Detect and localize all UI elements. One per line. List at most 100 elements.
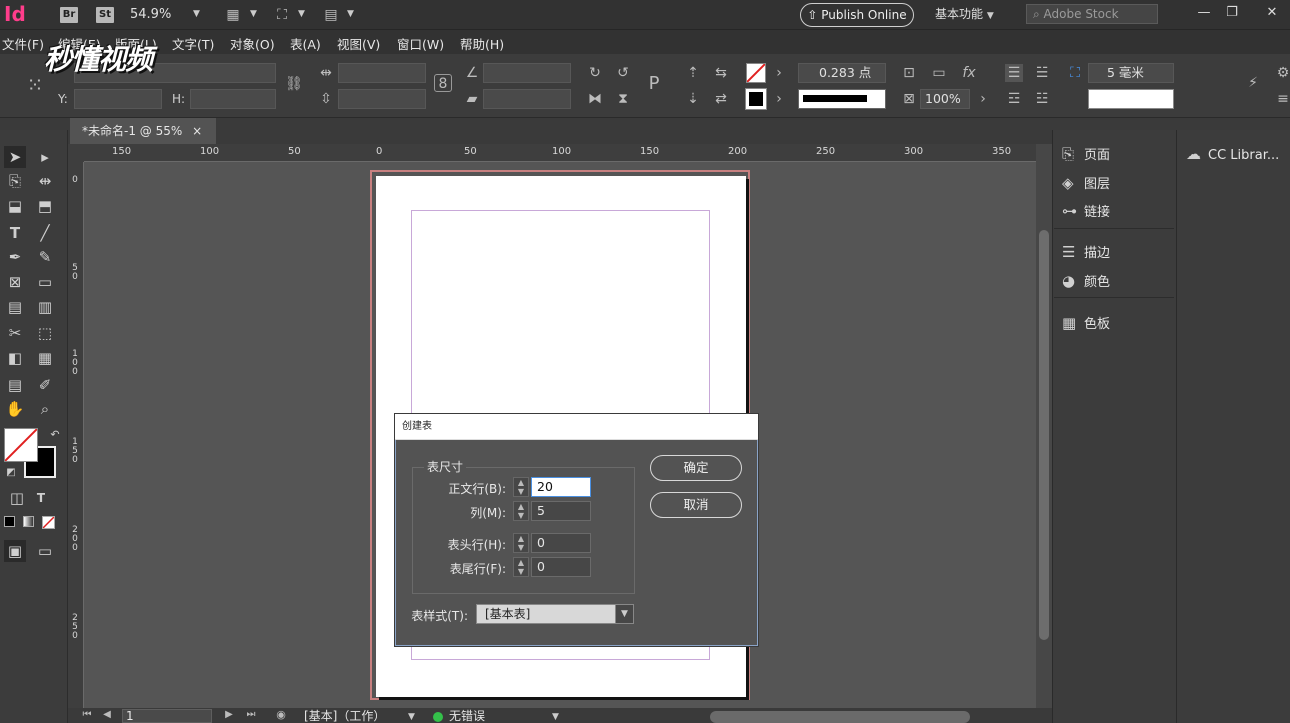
minimize-button[interactable]: — bbox=[1190, 0, 1218, 28]
content-placer-icon[interactable]: ⬒ bbox=[34, 195, 56, 217]
gear-icon[interactable]: ⚙ bbox=[1274, 64, 1290, 82]
chevron-down-icon[interactable]: ▼ bbox=[298, 9, 305, 19]
scissors-tool-icon[interactable]: ✂ bbox=[4, 322, 26, 344]
paragraph-icon[interactable]: P bbox=[645, 75, 663, 93]
menu-help[interactable]: 帮助(H) bbox=[460, 34, 504, 53]
page-number-field[interactable]: 1 bbox=[122, 709, 212, 723]
chevron-down-icon[interactable]: ▼ bbox=[552, 712, 559, 722]
bridge-button[interactable]: Br bbox=[60, 7, 78, 23]
align-middle-icon[interactable]: ☲ bbox=[1005, 90, 1023, 108]
constrain-link-icon[interactable]: ⛓ bbox=[285, 75, 303, 93]
screen-mode-icon[interactable]: ⛶ bbox=[273, 6, 291, 24]
note-tool-icon[interactable]: ▤ bbox=[4, 374, 26, 396]
formatting-container-icon[interactable]: ◫ bbox=[6, 487, 28, 509]
type-tool-icon[interactable]: T bbox=[4, 222, 26, 244]
select-next-icon[interactable]: ⇄ bbox=[712, 90, 730, 108]
eyedropper-tool-icon[interactable]: ✐ bbox=[34, 374, 56, 396]
align-bottom-icon[interactable]: ☳ bbox=[1033, 90, 1051, 108]
restore-button[interactable]: ❐ bbox=[1218, 0, 1246, 28]
chevron-right-icon[interactable]: › bbox=[974, 90, 992, 108]
constrain-scale-icon[interactable]: 8 bbox=[434, 74, 452, 92]
drop-shadow-icon[interactable]: ▭ bbox=[930, 64, 948, 82]
flip-horizontal-icon[interactable]: ⧓ bbox=[586, 90, 604, 108]
adobe-stock-search[interactable]: ⌕ Adobe Stock bbox=[1026, 4, 1158, 24]
gradient-swatch-tool-icon[interactable]: ◧ bbox=[4, 347, 26, 369]
view-options-icon[interactable]: ▦ bbox=[224, 6, 242, 24]
fill-color-box[interactable] bbox=[4, 428, 38, 462]
prev-page-icon[interactable]: ◀ bbox=[98, 708, 116, 722]
apply-color-icon[interactable] bbox=[4, 516, 15, 527]
horizontal-grid-tool-icon[interactable]: ▤ bbox=[4, 296, 26, 318]
footer-rows-input[interactable]: 0 bbox=[531, 557, 591, 577]
menu-type[interactable]: 文字(T) bbox=[172, 34, 214, 53]
free-transform-tool-icon[interactable]: ⬚ bbox=[34, 322, 56, 344]
apply-gradient-icon[interactable] bbox=[23, 516, 34, 527]
rotation-field[interactable] bbox=[483, 63, 571, 83]
panel-links[interactable]: ⊶ 链接 bbox=[1062, 199, 1110, 223]
next-page-icon[interactable]: ▶ bbox=[220, 708, 238, 722]
panel-color[interactable]: ◕ 颜色 bbox=[1062, 269, 1110, 293]
page-tool-icon[interactable]: ⎘ bbox=[4, 170, 26, 192]
vertical-ruler[interactable]: 0 5 0 1 0 0 1 5 0 2 0 0 2 5 0 bbox=[68, 162, 84, 708]
vertical-scroll-thumb[interactable] bbox=[1039, 230, 1049, 640]
effects-icon[interactable]: fx bbox=[960, 64, 978, 82]
apply-none-icon[interactable] bbox=[42, 516, 55, 529]
select-content-icon[interactable]: ⇣ bbox=[684, 90, 702, 108]
pencil-tool-icon[interactable]: ✎ bbox=[34, 246, 56, 268]
fill-swatch[interactable] bbox=[746, 63, 766, 83]
menu-object[interactable]: 对象(O) bbox=[230, 34, 275, 53]
pen-tool-icon[interactable]: ✒ bbox=[4, 246, 26, 268]
chevron-right-icon[interactable]: › bbox=[770, 90, 788, 108]
chevron-down-icon[interactable]: ▼ bbox=[250, 9, 257, 19]
scale-x-field[interactable] bbox=[338, 63, 426, 83]
chevron-down-icon[interactable]: ▼ bbox=[408, 712, 415, 722]
horizontal-scroll-thumb[interactable] bbox=[710, 711, 970, 723]
h-field[interactable] bbox=[190, 89, 276, 109]
rectangle-tool-icon[interactable]: ▭ bbox=[34, 271, 56, 293]
menu-window[interactable]: 窗口(W) bbox=[397, 34, 444, 53]
align-center-icon[interactable]: ☱ bbox=[1033, 64, 1051, 82]
chevron-down-icon[interactable]: ▼ bbox=[347, 9, 354, 19]
select-container-icon[interactable]: ⇡ bbox=[684, 64, 702, 82]
direct-selection-tool-icon[interactable]: ▸ bbox=[34, 146, 56, 168]
zoom-dropdown-icon[interactable]: ▼ bbox=[193, 9, 200, 19]
lightning-icon[interactable]: ⚡ bbox=[1244, 74, 1262, 92]
gap-tool-icon[interactable]: ⇹ bbox=[34, 170, 56, 192]
normal-view-icon[interactable]: ▣ bbox=[4, 540, 26, 562]
table-style-select[interactable]: [基本表] bbox=[476, 604, 634, 624]
default-colors-icon[interactable]: ◩ bbox=[0, 462, 22, 484]
reference-point-icon[interactable]: ⁙ bbox=[22, 75, 48, 95]
swap-colors-icon[interactable]: ↶ bbox=[44, 424, 66, 446]
stroke-type-select[interactable] bbox=[798, 89, 886, 109]
publish-online-button[interactable]: ⇧ Publish Online bbox=[800, 3, 914, 27]
body-rows-stepper[interactable]: ▲ ▼ bbox=[513, 477, 529, 497]
shear-field[interactable] bbox=[483, 89, 571, 109]
columns-input[interactable]: 5 bbox=[531, 501, 591, 521]
rotate-ccw-icon[interactable]: ↺ bbox=[614, 64, 632, 82]
footer-rows-stepper[interactable]: ▲ ▼ bbox=[513, 557, 529, 577]
ruler-origin[interactable] bbox=[68, 144, 84, 162]
header-rows-input[interactable]: 0 bbox=[531, 533, 591, 553]
close-window-button[interactable]: ✕ bbox=[1258, 0, 1286, 28]
menu-view[interactable]: 视图(V) bbox=[337, 34, 380, 53]
panel-cc-libraries[interactable]: ☁ CC Librar... bbox=[1186, 142, 1279, 166]
frame-style-select[interactable] bbox=[1088, 89, 1174, 109]
document-tab[interactable]: *未命名-1 @ 55% × bbox=[70, 118, 216, 144]
preview-mode-icon[interactable]: ▭ bbox=[34, 540, 56, 562]
header-rows-stepper[interactable]: ▲ ▼ bbox=[513, 533, 529, 553]
opacity-field[interactable]: 100% bbox=[920, 89, 970, 109]
y-field[interactable] bbox=[74, 89, 162, 109]
body-rows-input[interactable]: 20 bbox=[531, 477, 591, 497]
cancel-button[interactable]: 取消 bbox=[650, 492, 742, 518]
rectangle-frame-tool-icon[interactable]: ⊠ bbox=[4, 271, 26, 293]
panel-swatches[interactable]: ▦ 色板 bbox=[1062, 311, 1110, 335]
ok-button[interactable]: 确定 bbox=[650, 455, 742, 481]
content-collector-icon[interactable]: ⬓ bbox=[4, 195, 26, 217]
workspace-switcher[interactable]: 基本功能 ▼ bbox=[935, 5, 994, 22]
fit-frame-icon[interactable]: ⊡ bbox=[900, 64, 918, 82]
line-tool-icon[interactable]: ╱ bbox=[34, 222, 56, 244]
zoom-level[interactable]: 54.9% bbox=[130, 7, 171, 22]
gradient-feather-tool-icon[interactable]: ▦ bbox=[34, 347, 56, 369]
auto-fit-icon[interactable]: ⛶ bbox=[1066, 64, 1084, 82]
menu-table[interactable]: 表(A) bbox=[290, 34, 321, 53]
